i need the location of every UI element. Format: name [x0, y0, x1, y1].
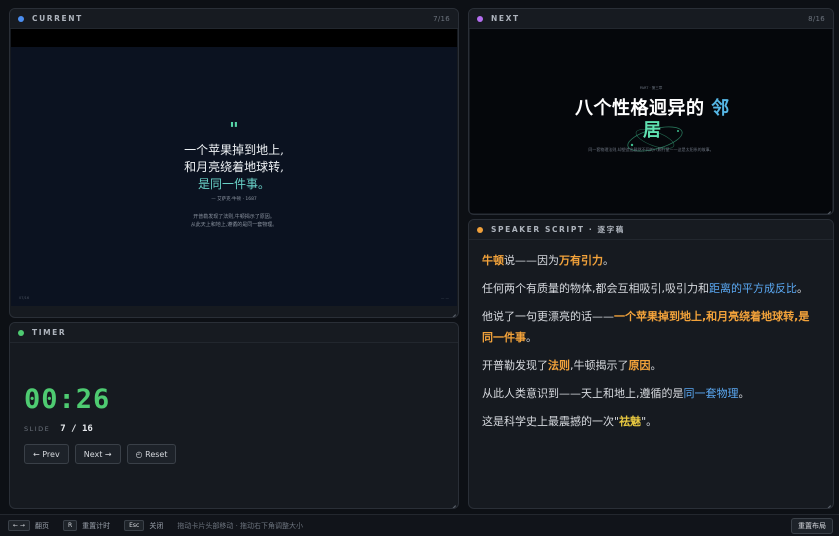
resize-handle-icon[interactable] [821, 202, 831, 212]
next-slide-preview: PART · 第三章 八个性格迥异的 邻 居 同一套物理法则,却塑造出截然不同的… [470, 29, 832, 213]
current-slide-count: 7/16 [433, 14, 450, 23]
resize-handle-icon[interactable] [446, 496, 456, 506]
slide-corner-right: — — [440, 296, 449, 300]
footer-hint-nav: ← → 翻页 [8, 520, 49, 531]
prev-button[interactable]: ← Prev [24, 444, 69, 464]
slide-indicator-value: 7 / 16 [60, 424, 93, 434]
footer-drag-hint: 拖动卡片头部移动 · 拖动右下角调整大小 [177, 521, 304, 530]
script-text: 。 [650, 359, 662, 372]
resize-handle-icon[interactable] [446, 305, 456, 315]
timer-dot-icon [18, 329, 24, 336]
script-highlight: 祛魅 [619, 415, 642, 428]
kbd-arrows: ← → [8, 520, 30, 531]
slide-corner-left: 07/16 [19, 296, 30, 300]
footer-esc-label: 关闭 [149, 521, 164, 530]
timer-display: 00:26 [24, 384, 111, 415]
quote-line-3: 是同一件事。 [197, 177, 270, 191]
quote-note-2: 从此天上和地上,遵循的是同一套物理。 [190, 222, 278, 228]
script-header-label: SPEAKER SCRIPT · 逐字稿 [491, 225, 625, 234]
reset-layout-button[interactable]: 重置布局 [791, 518, 833, 534]
timer-card-header[interactable]: TIMER [10, 323, 458, 343]
timer-controls: ← Prev Next → ◴ Reset [24, 444, 177, 464]
footer-hint-reset: R 重置计时 [62, 520, 111, 531]
next-slide-card: NEXT 8/16 PART · 第三章 八个性格迥异的 邻 居 同一套物理法则… [468, 8, 834, 215]
script-paragraph: 他说了一句更漂亮的话——一个苹果掉到地上,和月亮绕着地球转,是同一件事。 [482, 306, 820, 348]
script-text: 。 [738, 387, 750, 400]
script-highlight: 万有引力 [559, 254, 603, 267]
script-dot-icon [477, 226, 483, 233]
script-highlight: 牛顿 [482, 254, 504, 267]
current-dot-icon [18, 15, 24, 22]
next-button[interactable]: Next → [74, 444, 121, 464]
kbd-esc: Esc [124, 520, 145, 531]
footer-hint-esc: Esc 关闭 [124, 520, 163, 531]
quote-mark-icon: " [229, 119, 239, 140]
script-paragraph: 任何两个有质量的物体,都会互相吸引,吸引力和距离的平方成反比。 [482, 278, 820, 299]
quote-note-1: 开普勒发现了法则,牛顿揭示了原因。 [193, 214, 275, 220]
current-header-label: CURRENT [32, 14, 83, 23]
script-text: ,牛顿揭示了 [570, 359, 629, 372]
script-text: 。 [797, 282, 808, 295]
reset-button[interactable]: ◴ Reset [126, 444, 177, 464]
current-card-header[interactable]: CURRENT 7/16 [10, 9, 458, 29]
timer-card: TIMER 00:26 SLIDE 7 / 16 ← Prev Next → ◴… [9, 322, 459, 509]
script-text: 说——因为 [504, 254, 559, 267]
quote-source: — 艾萨克·牛顿 · 1687 [211, 197, 257, 202]
script-highlight: 原因 [628, 359, 651, 372]
slide-indicator: SLIDE 7 / 16 [24, 424, 93, 434]
script-highlight: 距离的平方成反比 [709, 282, 797, 295]
current-slide-card: CURRENT 7/16 " 一个苹果掉到地上, 和月亮绕着地球转, 是同一件事… [9, 8, 459, 318]
footer-bar: ← → 翻页 R 重置计时 Esc 关闭 拖动卡片头部移动 · 拖动右下角调整大小 重… [0, 514, 839, 536]
quote-line-2: 和月亮绕着地球转, [184, 160, 284, 174]
footer-reset-label: 重置计时 [82, 521, 111, 530]
footer-nav-label: 翻页 [34, 521, 49, 530]
script-text: "。 [641, 415, 658, 428]
script-paragraph: 这是科学史上最震撼的一次"祛魅"。 [482, 411, 820, 432]
script-highlight: 法则 [548, 359, 570, 372]
script-body: 牛顿说——因为万有引力。 任何两个有质量的物体,都会互相吸引,吸引力和距离的平方… [469, 240, 833, 432]
quote-line-1: 一个苹果掉到地上, [184, 143, 284, 157]
next-slide-kicker: PART · 第三章 [639, 86, 663, 90]
script-paragraph: 开普勒发现了法则,牛顿揭示了原因。 [482, 355, 820, 376]
script-highlight: 同一套物理 [683, 387, 739, 400]
script-text: 。 [603, 254, 614, 267]
script-text: 。 [526, 331, 537, 344]
next-card-header[interactable]: NEXT 8/16 [469, 9, 833, 29]
script-card-header[interactable]: SPEAKER SCRIPT · 逐字稿 [469, 220, 833, 240]
script-paragraph: 从此人类意识到——天上和地上,遵循的是同一套物理。 [482, 383, 820, 404]
current-slide-preview: " 一个苹果掉到地上, 和月亮绕着地球转, 是同一件事。 — 艾萨克·牛顿 · … [11, 47, 457, 306]
next-slide-count: 8/16 [808, 14, 825, 23]
next-title-main: 八个性格迥异的 [575, 98, 705, 119]
current-slide-topbar [11, 29, 457, 47]
script-text: 开普勒发现了 [482, 359, 548, 372]
next-title-accent: 邻 [711, 98, 730, 119]
next-dot-icon [477, 15, 483, 22]
speaker-script-card: SPEAKER SCRIPT · 逐字稿 牛顿说——因为万有引力。 任何两个有质… [468, 219, 834, 509]
next-header-label: NEXT [491, 14, 520, 23]
next-slide-subtitle: 同一套物理法则,却塑造出截然不同的八颗行星——这是太阳系的故事。 [588, 147, 714, 152]
timer-header-label: TIMER [32, 328, 67, 337]
script-text: 这是科学史上最震撼的一次" [482, 415, 620, 428]
resize-handle-icon[interactable] [821, 496, 831, 506]
script-paragraph: 牛顿说——因为万有引力。 [482, 250, 820, 271]
next-slide-title-line2: 居 [643, 120, 661, 141]
kbd-r: R [62, 520, 78, 531]
slide-indicator-label: SLIDE [24, 425, 51, 433]
script-text: 从此人类意识到——天上和地上,遵循的是 [482, 387, 684, 400]
script-text: 他说了一句更漂亮的话—— [482, 310, 614, 323]
script-text: 任何两个有质量的物体,都会互相吸引,吸引力和 [482, 282, 709, 295]
